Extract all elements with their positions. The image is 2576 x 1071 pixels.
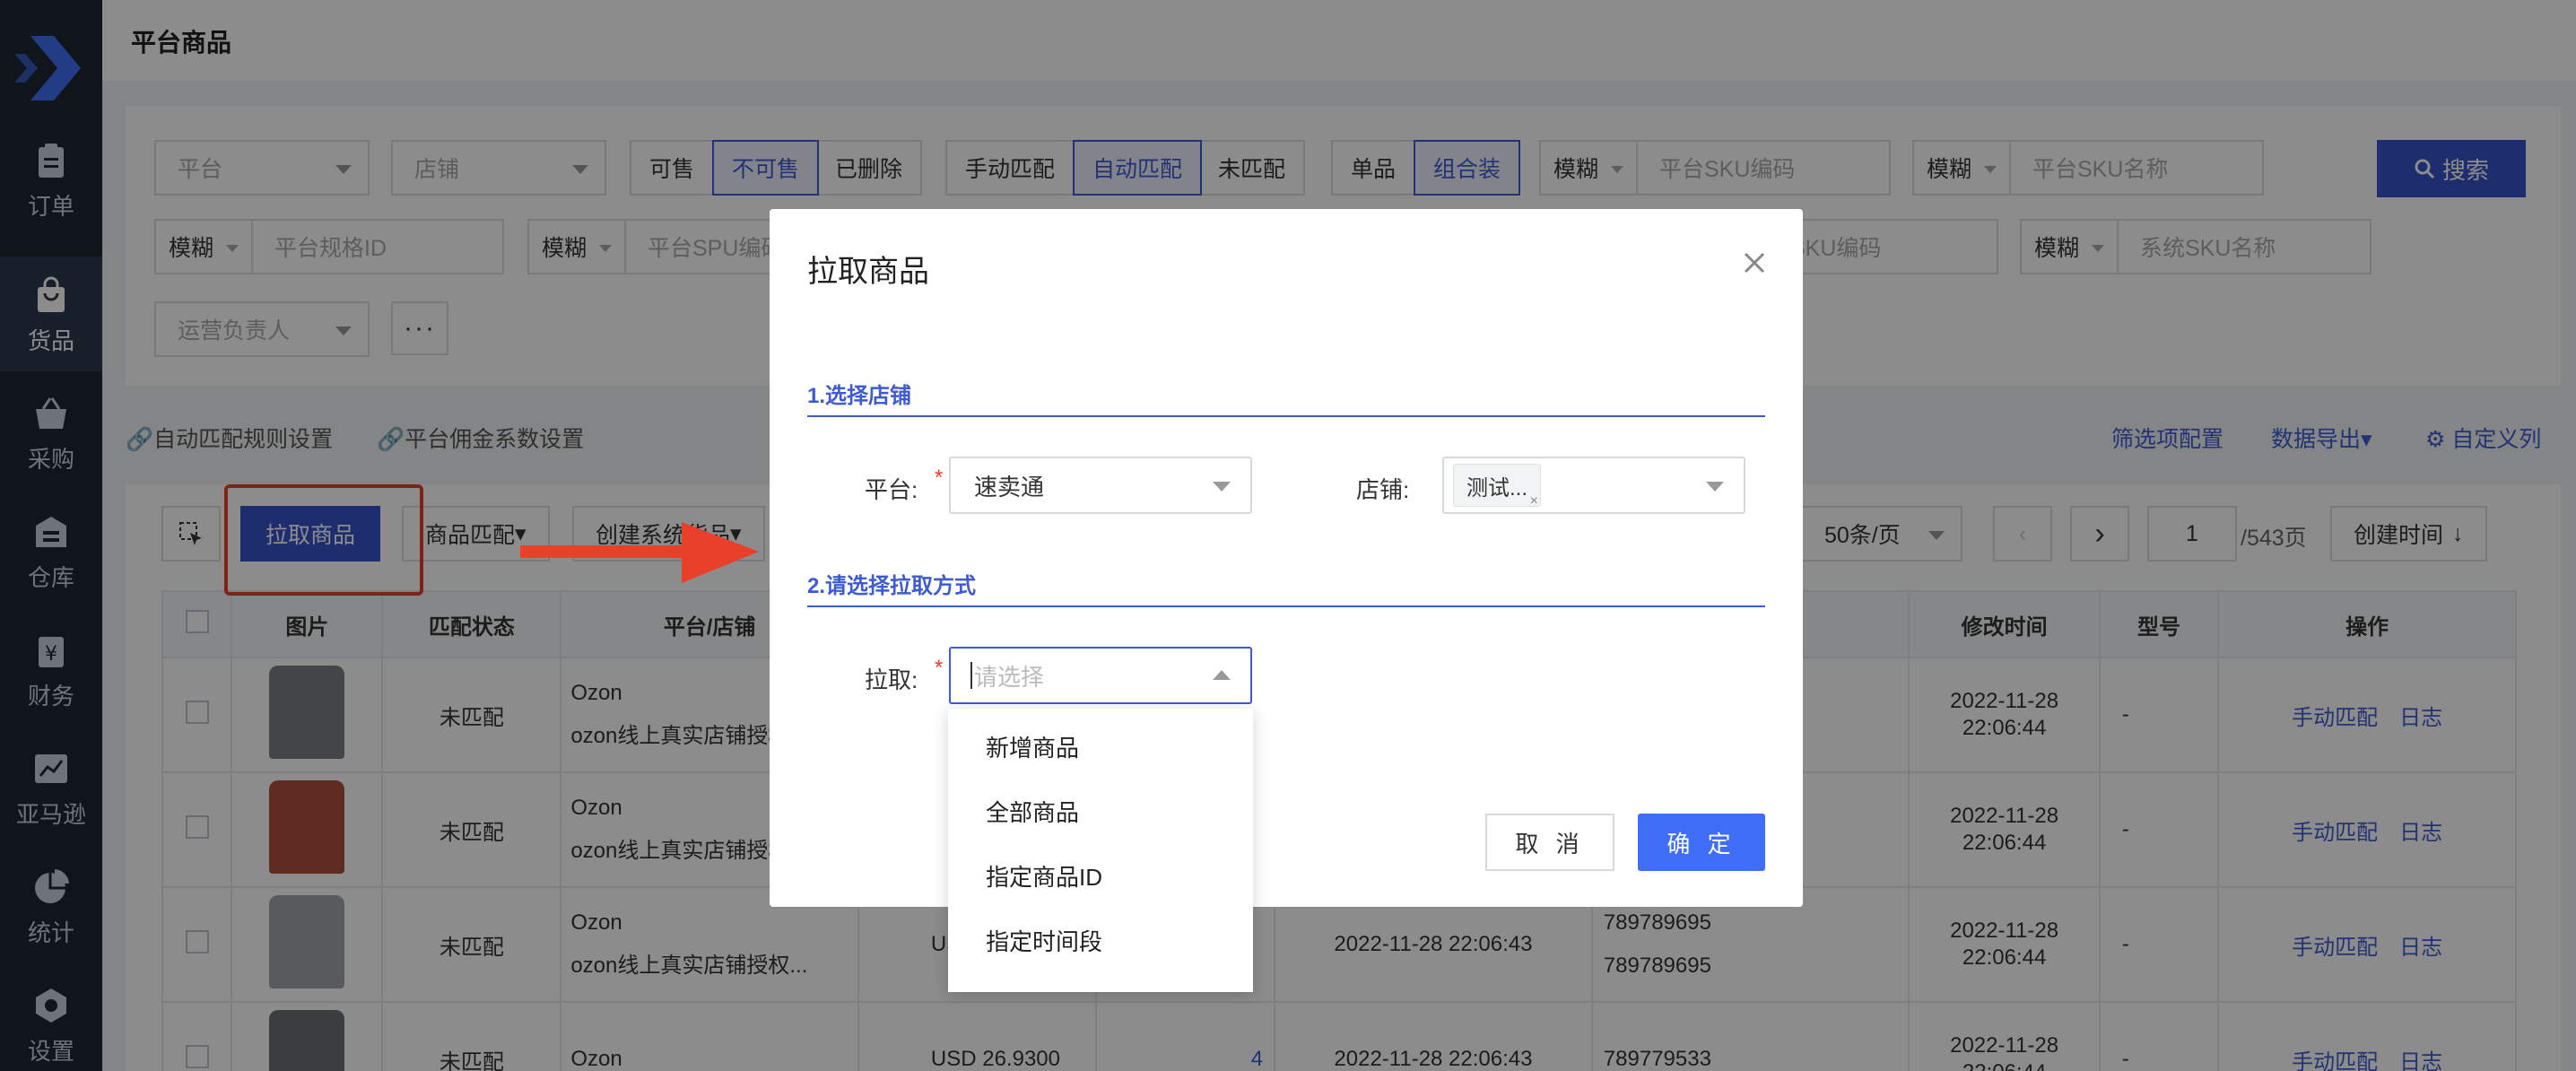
cancel-button[interactable]: 取 消 — [1485, 814, 1614, 871]
required-mark: * — [935, 466, 944, 490]
option-new-goods[interactable]: 新增商品 — [948, 714, 1253, 779]
platform-label: 平台: — [865, 476, 918, 503]
section-divider — [807, 415, 1765, 417]
chevron-down-icon — [1213, 482, 1231, 492]
placeholder: 请选择 — [974, 663, 1045, 691]
option-all-goods[interactable]: 全部商品 — [948, 779, 1253, 843]
pull-method-dropdown: 新增商品 全部商品 指定商品ID 指定时间段 — [948, 709, 1253, 992]
annotation-arrow-icon — [520, 522, 759, 583]
shop-label: 店铺: — [1356, 476, 1410, 503]
close-icon[interactable] — [1738, 247, 1771, 279]
dialog-title: 拉取商品 — [807, 255, 929, 289]
section-title-pull-method: 2.请选择拉取方式 — [807, 574, 977, 598]
chevron-down-icon — [1706, 482, 1724, 492]
section-title-select-shop: 1.选择店铺 — [807, 384, 912, 408]
pull-label: 拉取: — [865, 666, 918, 693]
chevron-up-icon — [1213, 670, 1231, 680]
tag-text: 测试... — [1466, 475, 1528, 501]
option-time-range[interactable]: 指定时间段 — [948, 908, 1253, 972]
shop-select[interactable]: 测试... × — [1442, 457, 1745, 514]
section-divider — [807, 605, 1765, 607]
text-cursor — [970, 662, 972, 689]
platform-value: 速卖通 — [974, 473, 1045, 501]
confirm-button[interactable]: 确 定 — [1638, 814, 1765, 871]
required-mark: * — [935, 656, 944, 680]
shop-tag: 测试... × — [1453, 464, 1542, 509]
option-specific-id[interactable]: 指定商品ID — [948, 843, 1253, 908]
pull-method-select[interactable]: 请选择 — [949, 647, 1252, 704]
platform-select[interactable]: 速卖通 — [949, 457, 1252, 514]
tag-close-icon[interactable]: × — [1530, 493, 1538, 509]
pull-goods-dialog: 拉取商品 1.选择店铺 平台: * 速卖通 店铺: 测试... × 2.请选择拉取… — [770, 209, 1803, 907]
